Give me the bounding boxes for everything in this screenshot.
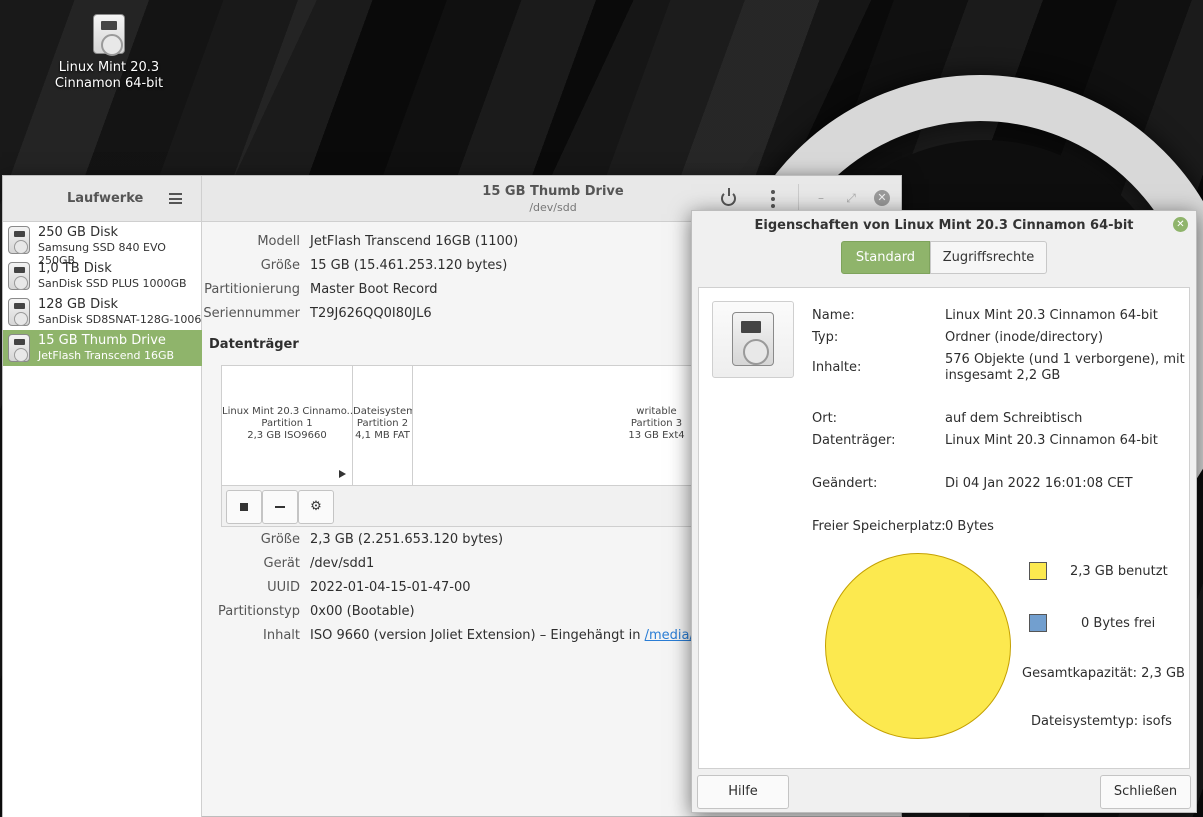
tab-standard[interactable]: Standard bbox=[841, 241, 930, 274]
size-value: 15 GB (15.461.253.120 bytes) bbox=[310, 258, 508, 273]
partition-size: 2,3 GB ISO9660 bbox=[247, 430, 327, 441]
drive-model: SanDisk SSD PLUS 1000GB bbox=[38, 277, 187, 290]
help-button[interactable]: Hilfe bbox=[697, 775, 789, 809]
drive-name: 15 GB Thumb Drive bbox=[38, 333, 166, 348]
contents-value: 576 Objekte (und 1 verborgene), mit insg… bbox=[945, 352, 1185, 383]
drive-icon bbox=[732, 312, 774, 366]
name-label: Name: bbox=[812, 308, 855, 323]
volumes-title: Datenträger bbox=[209, 337, 299, 352]
contents-label: Inhalte: bbox=[812, 360, 862, 375]
content-text: ISO 9660 (version Joliet Extension) – Ei… bbox=[310, 628, 645, 643]
drive-name: 1,0 TB Disk bbox=[38, 261, 112, 276]
location-value: auf dem Schreibtisch bbox=[945, 411, 1083, 426]
drive-icon bbox=[8, 226, 30, 254]
maximize-icon[interactable]: ⤢ bbox=[844, 191, 858, 205]
free-space-label: Freier Speicherplatz: bbox=[812, 519, 946, 534]
device-label: Gerät bbox=[263, 556, 300, 571]
unmount-button[interactable] bbox=[226, 490, 262, 524]
drive-list-item-selected[interactable]: 15 GB Thumb Drive JetFlash Transcend 16G… bbox=[3, 330, 202, 366]
tab-permissions[interactable]: Zugriffsrechte bbox=[930, 241, 1047, 274]
desktop-drive-icon[interactable]: Linux Mint 20.3 Cinnamon 64-bit bbox=[50, 14, 168, 92]
close-icon[interactable]: ✕ bbox=[874, 190, 890, 206]
usage-pie-chart bbox=[825, 553, 1011, 739]
partition-size: 4,1 MB FAT bbox=[355, 430, 410, 441]
partition-block[interactable]: Linux Mint 20.3 Cinnamo... Partition 1 2… bbox=[222, 366, 353, 486]
type-value: Ordner (inode/directory) bbox=[945, 330, 1104, 345]
uuid-value: 2022-01-04-15-01-47-00 bbox=[310, 580, 471, 595]
stop-icon bbox=[240, 502, 248, 511]
partition-label: Linux Mint 20.3 Cinnamo... bbox=[222, 406, 353, 417]
minimize-icon[interactable]: – bbox=[814, 191, 828, 205]
serial-value: T29J626QQ0I80JL6 bbox=[310, 306, 432, 321]
hamburger-menu-icon[interactable] bbox=[169, 193, 182, 204]
modified-label: Geändert: bbox=[812, 476, 878, 491]
partition-type-value: 0x00 (Bootable) bbox=[310, 604, 415, 619]
volume-label: Datenträger: bbox=[812, 433, 896, 448]
properties-dialog: Eigenschaften von Linux Mint 20.3 Cinnam… bbox=[691, 210, 1197, 813]
close-icon[interactable]: ✕ bbox=[1173, 217, 1188, 232]
location-label: Ort: bbox=[812, 411, 838, 426]
desktop-icon-label-line1: Linux Mint 20.3 bbox=[58, 60, 160, 75]
sidebar-title: Laufwerke bbox=[67, 191, 144, 206]
close-button[interactable]: Schließen bbox=[1100, 775, 1191, 809]
drive-name: 128 GB Disk bbox=[38, 297, 118, 312]
device-value: /dev/sdd1 bbox=[310, 556, 375, 571]
drive-icon bbox=[8, 334, 30, 362]
model-value: JetFlash Transcend 16GB (1100) bbox=[310, 234, 519, 249]
volume-value: Linux Mint 20.3 Cinnamon 64-bit bbox=[945, 433, 1158, 448]
size-label: Größe bbox=[260, 258, 300, 273]
partition-number: Partition 1 bbox=[261, 418, 313, 429]
partition-label: Dateisystem bbox=[353, 406, 413, 417]
uuid-label: UUID bbox=[267, 580, 300, 595]
model-label: Modell bbox=[257, 234, 300, 249]
gears-icon: ⚙ bbox=[310, 499, 322, 514]
type-label: Typ: bbox=[812, 330, 839, 345]
free-swatch bbox=[1029, 614, 1047, 632]
minus-icon bbox=[275, 505, 285, 508]
volume-size-value: 2,3 GB (2.251.653.120 bytes) bbox=[310, 532, 504, 547]
used-legend: 2,3 GB benutzt bbox=[1070, 564, 1168, 579]
drive-list-item[interactable]: 128 GB Disk SanDisk SD8SNAT-128G-1006 bbox=[3, 294, 202, 330]
partitioning-label: Partitionierung bbox=[204, 282, 300, 297]
drive-icon bbox=[8, 262, 30, 290]
partition-block[interactable]: Dateisystem Partition 2 4,1 MB FAT bbox=[353, 366, 413, 486]
serial-label: Seriennummer bbox=[203, 306, 300, 321]
drive-list: 250 GB Disk Samsung SSD 840 EVO 250GB 1,… bbox=[3, 222, 202, 817]
drive-model: SanDisk SD8SNAT-128G-1006 bbox=[38, 313, 202, 326]
drive-model: JetFlash Transcend 16GB bbox=[38, 349, 175, 362]
name-value: Linux Mint 20.3 Cinnamon 64-bit bbox=[945, 308, 1158, 323]
content-value: ISO 9660 (version Joliet Extension) – Ei… bbox=[310, 628, 726, 643]
modified-value: Di 04 Jan 2022 16:01:08 CET bbox=[945, 476, 1133, 491]
drive-icon bbox=[93, 14, 125, 56]
delete-partition-button[interactable] bbox=[262, 490, 298, 524]
window-subtitle: /dev/sdd bbox=[529, 201, 577, 214]
properties-content: Name: Linux Mint 20.3 Cinnamon 64-bit Ty… bbox=[698, 287, 1190, 769]
drive-list-item[interactable]: 250 GB Disk Samsung SSD 840 EVO 250GB bbox=[3, 222, 202, 267]
partition-number: Partition 2 bbox=[356, 418, 409, 429]
sidebar-header: Laufwerke bbox=[3, 176, 202, 222]
filesystem-type: Dateisystemtyp: isofs bbox=[1031, 714, 1172, 729]
partition-type-label: Partitionstyp bbox=[218, 604, 300, 619]
item-icon-button[interactable] bbox=[712, 301, 794, 378]
drive-list-item[interactable]: 1,0 TB Disk SanDisk SSD PLUS 1000GB bbox=[3, 258, 202, 294]
total-capacity: Gesamtkapazität: 2,3 GB bbox=[1022, 666, 1185, 681]
drive-name: 250 GB Disk bbox=[38, 225, 118, 240]
more-options-icon[interactable] bbox=[771, 190, 775, 208]
used-swatch bbox=[1029, 562, 1047, 580]
drive-icon bbox=[8, 298, 30, 326]
partition-settings-button[interactable]: ⚙ bbox=[298, 490, 334, 524]
content-label: Inhalt bbox=[263, 628, 300, 643]
mounted-indicator-icon bbox=[339, 470, 346, 478]
desktop-icon-label-line2: Cinnamon 64-bit bbox=[54, 76, 164, 91]
volume-size-label: Größe bbox=[260, 532, 300, 547]
window-title: 15 GB Thumb Drive bbox=[482, 184, 624, 199]
dialog-title: Eigenschaften von Linux Mint 20.3 Cinnam… bbox=[754, 218, 1134, 233]
power-off-icon[interactable] bbox=[721, 188, 736, 206]
free-legend: 0 Bytes frei bbox=[1081, 616, 1156, 631]
partitioning-value: Master Boot Record bbox=[310, 282, 438, 297]
free-space-value: 0 Bytes bbox=[945, 519, 994, 534]
